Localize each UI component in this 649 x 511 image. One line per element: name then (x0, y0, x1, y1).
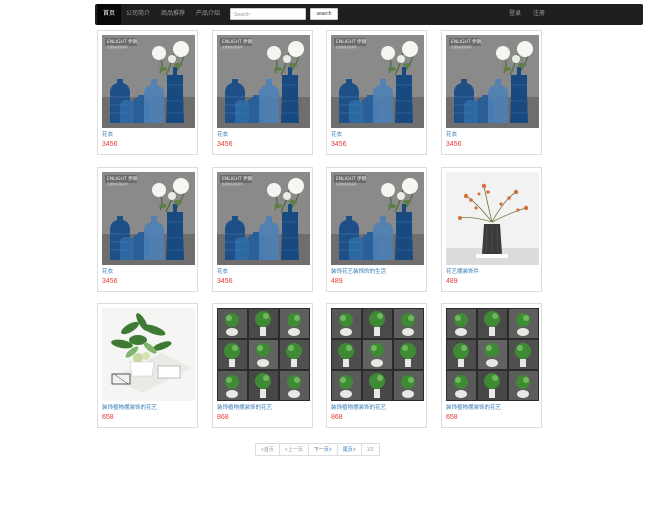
product-price: 3456 (217, 278, 233, 285)
product-image[interactable] (331, 172, 424, 265)
top-navbar: 首页 公司简介 商品推荐 产品介绍 Search search 登录 注册 (95, 4, 643, 25)
product-name[interactable]: 装饰植物摆装饰的花艺 (217, 403, 272, 411)
nav-product-intro[interactable]: 产品介绍 (190, 4, 226, 25)
product-card[interactable]: 装饰植物摆装饰的花艺 658 (441, 303, 542, 428)
search-button[interactable]: search (310, 8, 338, 20)
nav-company-intro[interactable]: 公司简介 (120, 4, 156, 25)
product-image[interactable] (446, 35, 539, 128)
nav-login[interactable]: 登录 (503, 4, 527, 25)
product-name[interactable]: 装饰植物摆装饰的花艺 (446, 403, 501, 411)
product-price: 3456 (102, 278, 118, 285)
product-name[interactable]: 装饰植物摆装饰的花艺 (102, 403, 157, 411)
product-name[interactable]: 装饰花艺装饰的的生活 (331, 267, 386, 275)
first-page-link[interactable]: <首页 (255, 443, 280, 456)
product-name[interactable]: 花衣 (217, 267, 228, 275)
nav-home[interactable]: 首页 (97, 4, 122, 25)
product-card[interactable]: 花衣 3456 (441, 30, 542, 155)
product-name[interactable]: 花衣 (102, 130, 113, 138)
prev-page-link[interactable]: <上一页 (278, 443, 309, 456)
product-image[interactable] (102, 35, 195, 128)
product-price: 3456 (446, 141, 462, 148)
product-card[interactable]: 花衣 3456 (97, 167, 198, 292)
product-card[interactable]: 装饰植物摆装饰的花艺 868 (326, 303, 427, 428)
product-price: 868 (217, 414, 229, 421)
product-image[interactable] (331, 308, 424, 401)
product-name[interactable]: 花衣 (217, 130, 228, 138)
product-image[interactable] (217, 308, 310, 401)
product-card[interactable]: 装饰植物摆装饰的花艺 868 (212, 303, 313, 428)
product-price: 3456 (331, 141, 347, 148)
product-name[interactable]: 花艺摆装饰件 (446, 267, 479, 275)
last-page-link[interactable]: 尾页> (336, 443, 362, 456)
pagination: <首页 <上一页 下一页> 尾页> 1/3 (255, 443, 380, 456)
product-card[interactable]: 花衣 3456 (212, 30, 313, 155)
product-card[interactable]: 花艺摆装饰件 489 (441, 167, 542, 292)
product-price: 868 (331, 414, 343, 421)
product-name[interactable]: 花衣 (331, 130, 342, 138)
product-image[interactable] (102, 308, 195, 401)
nav-product-recommend[interactable]: 商品推荐 (155, 4, 191, 25)
next-page-link[interactable]: 下一页> (307, 443, 338, 456)
product-card[interactable]: 装饰花艺装饰的的生活 489 (326, 167, 427, 292)
product-image[interactable] (446, 308, 539, 401)
product-price: 658 (102, 414, 114, 421)
product-card[interactable]: 花衣 3456 (212, 167, 313, 292)
product-price: 3456 (217, 141, 233, 148)
product-image[interactable] (217, 35, 310, 128)
product-price: 658 (446, 414, 458, 421)
product-price: 3456 (102, 141, 118, 148)
product-price: 489 (446, 278, 458, 285)
product-card[interactable]: 花衣 3456 (326, 30, 427, 155)
product-name[interactable]: 花衣 (102, 267, 113, 275)
product-name[interactable]: 花衣 (446, 130, 457, 138)
page-info: 1/3 (360, 443, 380, 456)
product-price: 489 (331, 278, 343, 285)
product-card[interactable]: 装饰植物摆装饰的花艺 658 (97, 303, 198, 428)
product-image[interactable] (331, 35, 424, 128)
product-image[interactable] (102, 172, 195, 265)
product-image[interactable] (217, 172, 310, 265)
product-card[interactable]: 花衣 3456 (97, 30, 198, 155)
product-name[interactable]: 装饰植物摆装饰的花艺 (331, 403, 386, 411)
product-image[interactable] (446, 172, 539, 265)
search-input[interactable]: Search (230, 8, 306, 20)
nav-register[interactable]: 注册 (527, 4, 551, 25)
